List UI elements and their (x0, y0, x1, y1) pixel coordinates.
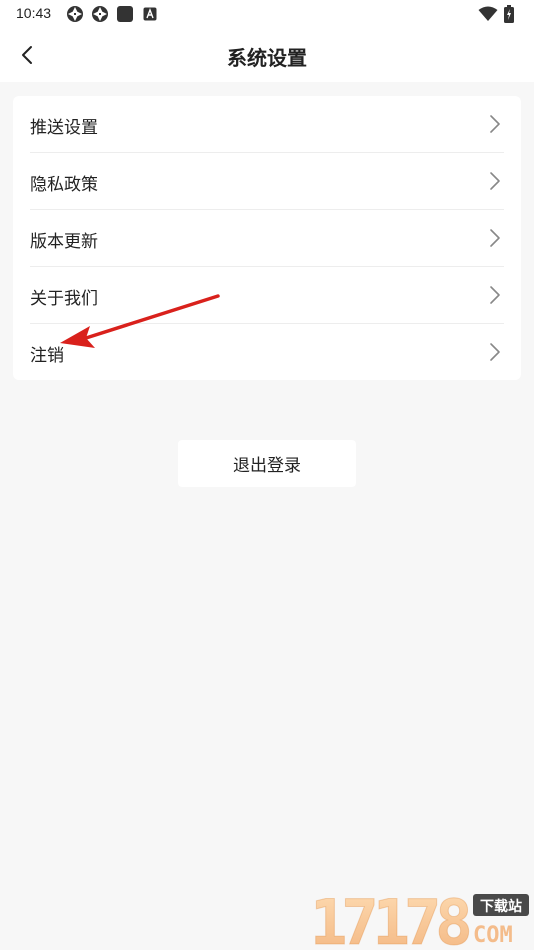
svg-text:COM: COM (473, 923, 513, 948)
chevron-right-icon (490, 229, 500, 247)
chevron-right-icon (490, 172, 500, 190)
status-bar: 10:43 (0, 0, 534, 28)
status-time: 10:43 (16, 5, 52, 21)
wifi-icon (478, 6, 498, 21)
svg-text:下载站: 下载站 (480, 898, 522, 915)
square-icon (117, 6, 133, 22)
a-badge-icon (143, 7, 157, 21)
watermark-logo: 17178 下载站 COM (310, 890, 529, 948)
settings-item-about[interactable]: 关于我们 (13, 267, 521, 324)
settings-item-label: 推送设置 (30, 118, 98, 138)
battery-icon (504, 5, 514, 23)
settings-item-privacy[interactable]: 隐私政策 (13, 153, 521, 210)
chevron-right-icon (490, 343, 500, 361)
nav-bar: 系统设置 (0, 28, 534, 82)
settings-item-label: 关于我们 (30, 289, 98, 309)
page-title: 系统设置 (227, 46, 307, 70)
chevron-right-icon (490, 286, 500, 304)
settings-list: 推送设置 隐私政策 版本更新 关于我们 注销 (13, 96, 521, 380)
status-icons-right (478, 5, 518, 23)
settings-item-label: 注销 (30, 346, 64, 366)
settings-item-update[interactable]: 版本更新 (13, 210, 521, 267)
settings-item-deregister[interactable]: 注销 (13, 324, 521, 380)
settings-item-label: 隐私政策 (30, 175, 98, 195)
logout-button[interactable]: 退出登录 (178, 440, 356, 487)
aperture-icon (92, 6, 108, 22)
chevron-right-icon (490, 115, 500, 133)
aperture-icon (67, 6, 83, 22)
svg-text:17178: 17178 (310, 890, 469, 948)
settings-item-push[interactable]: 推送设置 (13, 96, 521, 153)
settings-item-label: 版本更新 (30, 232, 98, 252)
